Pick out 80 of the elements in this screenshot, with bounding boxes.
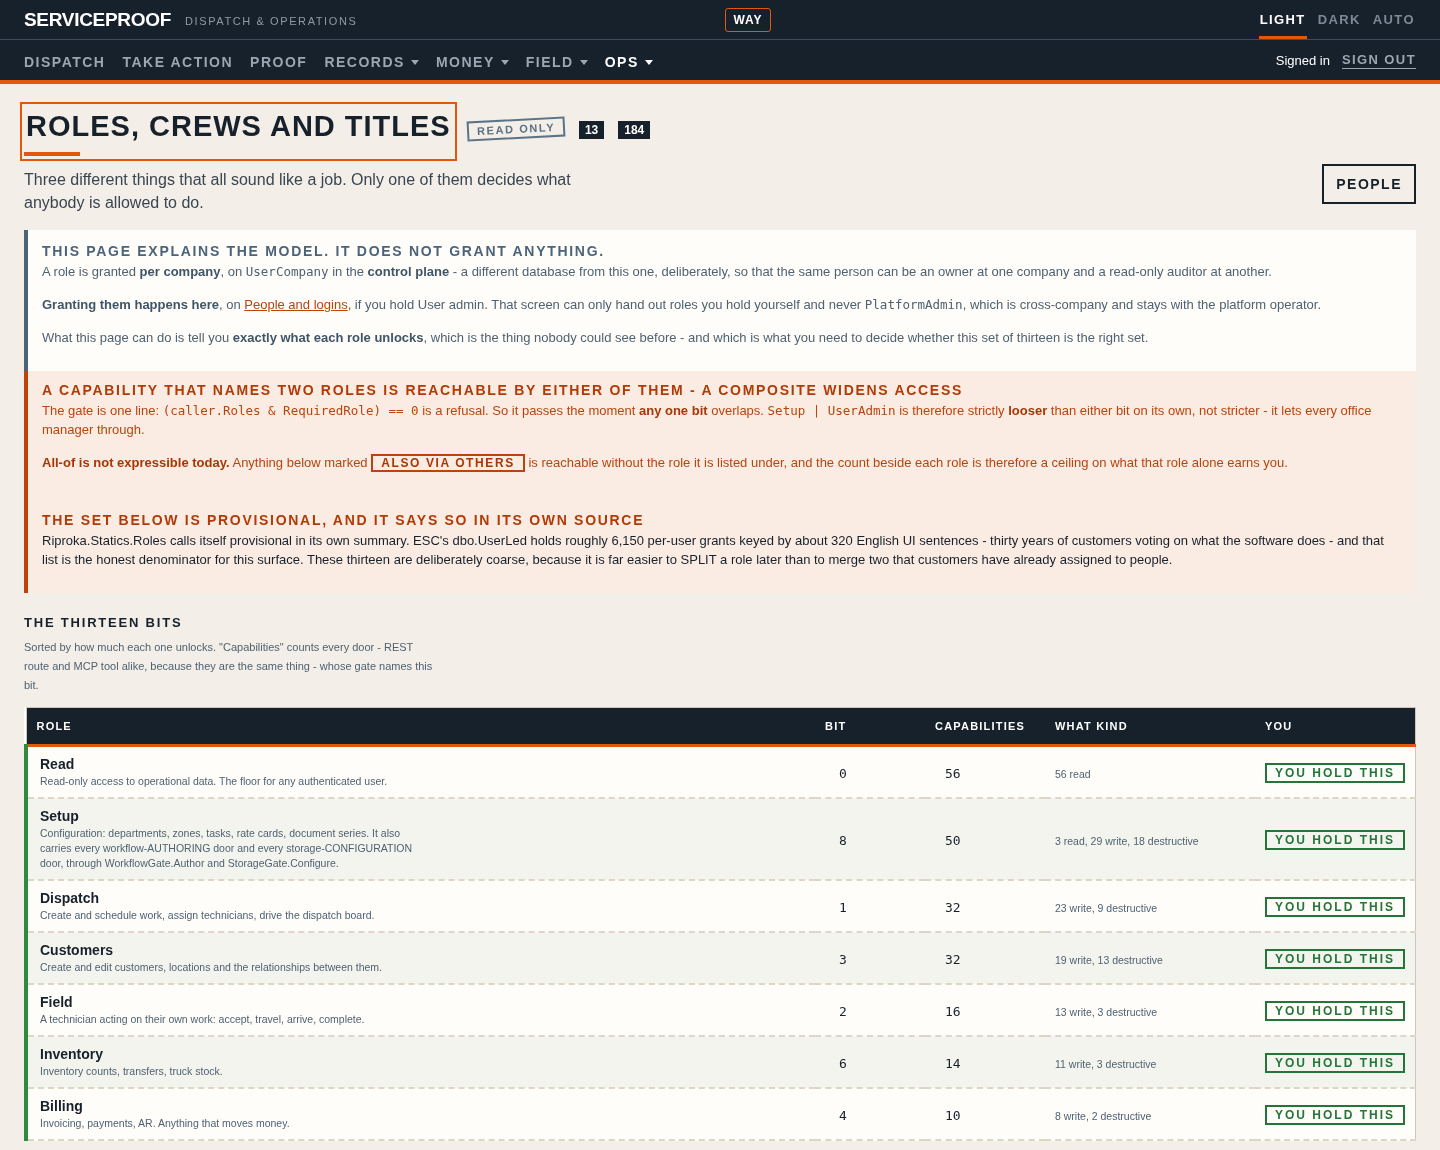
notice-heading: A CAPABILITY THAT NAMES TWO ROLES IS REACHABLE BY EITHER OF THEM - A COMPOSITE WIDENS ACCESS — [42, 381, 964, 399]
notice-paragraph: All-of is not expressible today. Anything below marked ALSO VIA OTHERS is reachable without the role it is listed under, and the count beside each role is therefore a ceiling on what that role alone earns you. — [42, 453, 1289, 473]
nav-tab[interactable]: MONEY — [435, 40, 509, 84]
nav-tab[interactable]: FIELD — [525, 40, 588, 84]
held-badge: YOU HOLD THIS — [1265, 948, 1405, 969]
brand-logo[interactable]: SERVICEPROOF — [24, 8, 172, 31]
nav-tab[interactable]: TAKE ACTION — [122, 40, 234, 84]
kind-cell: 56 read — [1055, 767, 1091, 780]
notice-paragraph: The gate is one line: (caller.Roles & RequiredRole) == 0 is a refusal. So it passes the moment any one bit overlaps. Setup | UserAdmin is therefore strictly looser than either bit on its own, not stricter - it lets every office manager through. — [42, 402, 1373, 439]
column-header: BIT — [815, 707, 925, 746]
held-badge: YOU HOLD THIS — [1265, 896, 1405, 917]
bit-cell-text: 6 — [838, 1055, 847, 1071]
bit-cell-text: 1 — [838, 899, 847, 915]
held-badge: YOU HOLD THIS — [1265, 1104, 1405, 1125]
theme-option[interactable]: AUTO — [1371, 0, 1416, 39]
notice-paragraph: Granting them happens here, on People and logins, if you hold User admin. That screen can only hand out roles you hold yourself and never PlatformAdmin, which is cross-company and stays with the platform operator. — [42, 296, 1323, 314]
notice-paragraph: Riproka.Statics.Roles calls itself provisional in its own summary. ESC's dbo.UserLed holds roughly 6,150 per-user grants keyed by about 320 English UI sentences - thirty years of customers voting on what the software does - and that list is the honest denominator for this surface. These thirteen are deliberately coarse, because it is far easier to SPLIT a role later than to merge two that customers have already assigned to people. — [42, 532, 1385, 569]
held-badge: YOU HOLD THIS — [1265, 762, 1405, 783]
notice-heading: THE SET BELOW IS PROVISIONAL, AND IT SAYS SO IN ITS OWN SOURCE — [42, 511, 646, 529]
bit-cell-text: 3 — [838, 951, 847, 967]
sign-out-link[interactable]: SIGN OUT — [1341, 51, 1416, 69]
column-header: ROLE — [26, 707, 815, 746]
people-link[interactable]: People and logins — [244, 297, 348, 312]
capabilities-cell-text: 56 — [944, 765, 961, 781]
notice-paragraph: What this page can do is tell you exactly what each role unlocks, which is the thing nobody could see before - and which is what you need to decide whether this set of thirteen is the right set. — [42, 329, 1150, 347]
capabilities-cell-text: 32 — [944, 951, 961, 967]
nav-tab[interactable]: PROOF — [250, 40, 308, 84]
tagline: DISPATCH & OPERATIONS — [185, 15, 358, 27]
capabilities-cell-text: 14 — [944, 1055, 961, 1071]
role-name: Read — [40, 756, 76, 772]
held-badge: YOU HOLD THIS — [1265, 1052, 1405, 1073]
column-header: WHAT KIND — [1045, 707, 1255, 746]
signed-in-label: Signed in — [1275, 52, 1330, 68]
capabilities-cell-text: 16 — [944, 1003, 961, 1019]
role-description: Invoicing, payments, AR. Anything that moves money. — [40, 1116, 291, 1131]
page-subtitle: Three different things that all sound like a job. Only one of them decides what anybody is allowed to do. — [24, 170, 572, 213]
environment-badge: WAY — [725, 7, 771, 32]
also-via-others-badge: ALSO VIA OTHERS — [371, 454, 525, 472]
role-name: Billing — [40, 1098, 84, 1114]
kind-cell: 19 write, 13 destructive — [1055, 953, 1163, 966]
capabilities-cell-text: 32 — [944, 899, 961, 915]
bit-cell-text: 4 — [838, 1107, 847, 1123]
role-name: Field — [40, 994, 74, 1010]
bit-cell-text: 8 — [838, 832, 847, 848]
bit-cell-text: 2 — [838, 1003, 847, 1019]
page-title: ROLES, CREWS AND TITLES — [20, 102, 457, 161]
count-badge: 13 — [578, 121, 605, 139]
theme-option[interactable]: DARK — [1316, 0, 1362, 39]
kind-cell: 13 write, 3 destructive — [1055, 1005, 1158, 1018]
column-header: CAPABILITIES — [925, 707, 1045, 746]
role-description: Inventory counts, transfers, truck stock. — [40, 1064, 224, 1079]
role-description: Create and edit customers, locations and the relationships between them. — [40, 960, 384, 975]
role-name: Customers — [40, 942, 115, 958]
capabilities-cell-text: 50 — [944, 832, 961, 848]
nav-tab[interactable]: DISPATCH — [24, 40, 106, 84]
read-only-tag: READ ONLY — [466, 116, 566, 142]
kind-cell: 23 write, 9 destructive — [1055, 901, 1158, 914]
kind-cell: 8 write, 2 destructive — [1055, 1109, 1152, 1122]
notice-heading: THIS PAGE EXPLAINS THE MODEL. IT DOES NOT GRANT ANYTHING. — [42, 242, 606, 260]
role-description: Configuration: departments, zones, tasks, rate cards, document series. It also carries every workflow-AUTHORING door and every storage-CONFIGURATION door, through WorkflowGate.Author and StorageGate.Configure. — [40, 826, 414, 871]
section-title: THE THIRTEEN BITS — [24, 615, 184, 630]
kind-cell: 11 write, 3 destructive — [1055, 1057, 1157, 1070]
held-badge: YOU HOLD THIS — [1265, 1000, 1405, 1021]
role-name: Dispatch — [40, 890, 101, 906]
section-intro: Sorted by how much each one unlocks. "Capabilities" counts every door - REST route and MCP tool alike, because they are the same thing - whose gate names this bit. — [24, 640, 434, 693]
held-badge: YOU HOLD THIS — [1265, 829, 1405, 850]
count-badge: 184 — [618, 121, 651, 139]
bit-cell-text: 0 — [838, 765, 847, 781]
nav-tab[interactable]: OPS — [604, 40, 653, 84]
kind-cell: 3 read, 29 write, 18 destructive — [1055, 834, 1199, 847]
role-name: Inventory — [40, 1046, 104, 1062]
role-description: Create and schedule work, assign technicians, drive the dispatch board. — [40, 908, 376, 923]
role-description: Read-only access to operational data. The floor for any authenticated user. — [40, 774, 389, 789]
notice-paragraph: A role is granted per company, on UserCompany in the control plane - a different database from this one, deliberately, so that the same person can be an owner at one company and a read-only auditor at another. — [42, 263, 1273, 281]
people-button[interactable]: PEOPLE — [1322, 164, 1416, 204]
capabilities-cell-text: 10 — [944, 1107, 961, 1123]
nav-tab[interactable]: RECORDS — [324, 40, 419, 84]
role-name: Setup — [40, 808, 80, 824]
role-description: A technician acting on their own work: accept, travel, arrive, complete. — [40, 1012, 366, 1027]
column-header: YOU — [1255, 707, 1416, 746]
